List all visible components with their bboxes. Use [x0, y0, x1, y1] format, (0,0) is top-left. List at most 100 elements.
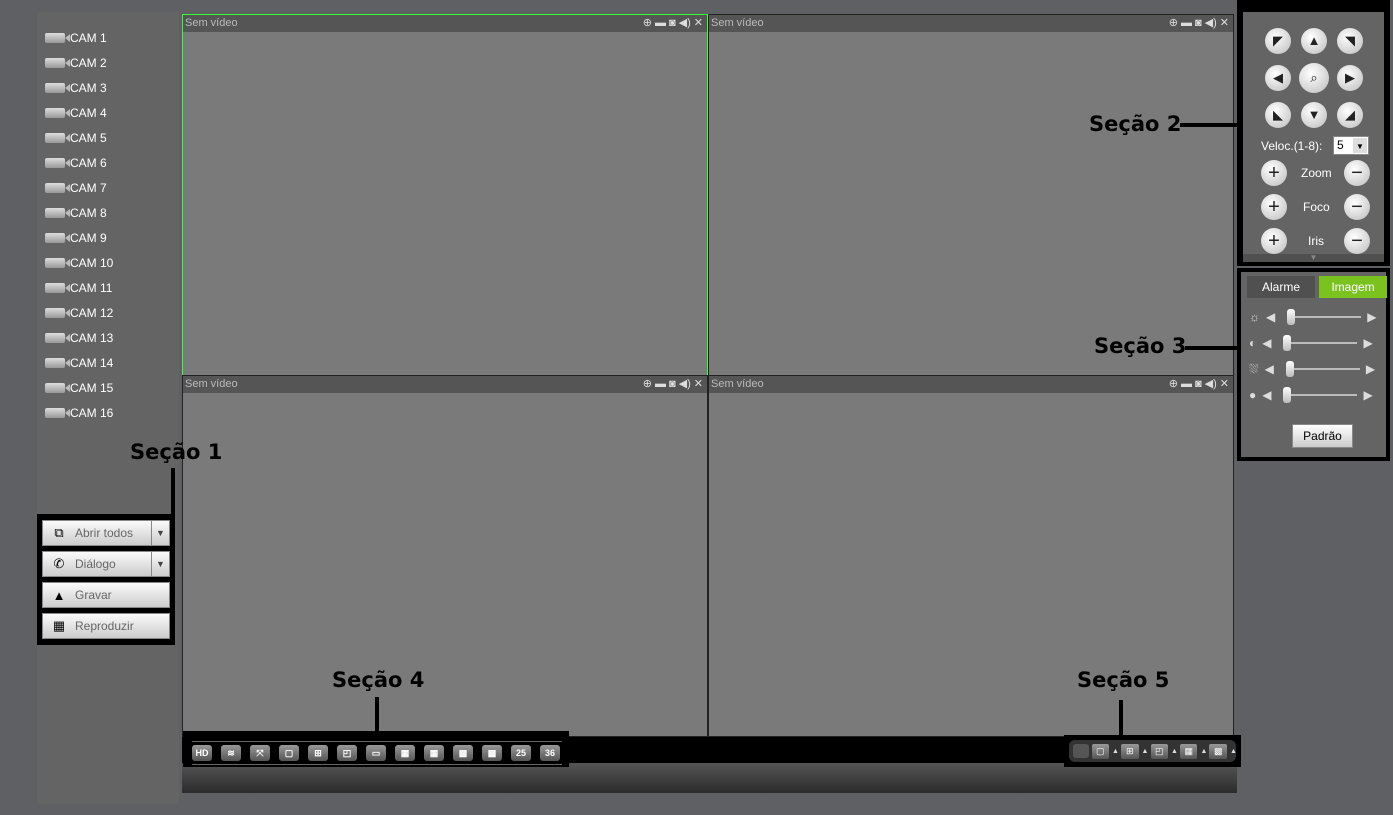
expand-icon[interactable]: ▲	[1112, 748, 1119, 755]
video-cell[interactable]: Sem vídeo ⊕ ▬ ◙ ◀) ✕	[182, 375, 708, 737]
zoom-in-button[interactable]: +	[1261, 160, 1287, 186]
audio-icon[interactable]: ◀)	[679, 15, 691, 32]
stop-button[interactable]	[1073, 744, 1089, 758]
close-icon[interactable]: ✕	[1220, 15, 1229, 32]
open-all-button[interactable]: ⧉ Abrir todos ▼	[42, 520, 170, 546]
fullscreen-button[interactable]: ⤧	[250, 745, 270, 761]
tab-alarm[interactable]: Alarme	[1247, 276, 1315, 298]
camera-item[interactable]: CAM 4	[45, 103, 107, 123]
ptz-up-right-button[interactable]: ◥	[1337, 28, 1363, 54]
increase-icon[interactable]: ▶	[1363, 388, 1372, 402]
digital-zoom-icon[interactable]: ⊕	[643, 15, 652, 32]
hd-button[interactable]: HD	[192, 745, 212, 761]
digital-zoom-icon[interactable]: ⊕	[1169, 15, 1178, 32]
camera-item[interactable]: CAM 8	[45, 203, 107, 223]
increase-icon[interactable]: ▶	[1363, 336, 1372, 350]
tab-image[interactable]: Imagem	[1319, 276, 1387, 298]
camera-item[interactable]: CAM 1	[45, 28, 107, 48]
default-button[interactable]: Padrão	[1292, 424, 1353, 448]
audio-icon[interactable]: ◀)	[679, 376, 691, 393]
camera-item[interactable]: CAM 12	[45, 303, 113, 323]
close-icon[interactable]: ✕	[694, 376, 703, 393]
contrast-slider[interactable]	[1283, 335, 1358, 351]
zoom-out-button[interactable]: −	[1344, 160, 1370, 186]
expand-icon[interactable]: ▲	[1142, 748, 1149, 755]
split-20-button[interactable]: ▩	[482, 745, 502, 761]
ptz-up-button[interactable]: ▲	[1301, 28, 1327, 54]
digital-zoom-icon[interactable]: ⊕	[1169, 376, 1178, 393]
decrease-icon[interactable]: ◀	[1265, 362, 1274, 376]
fluency-button[interactable]: ≋	[221, 745, 241, 761]
split-36-button[interactable]: 36	[540, 745, 560, 761]
decrease-icon[interactable]: ◀	[1262, 336, 1271, 350]
camera-item[interactable]: CAM 11	[45, 278, 112, 298]
brightness-slider[interactable]	[1287, 309, 1362, 325]
split-13-button[interactable]: ▦	[424, 745, 444, 761]
decrease-icon[interactable]: ◀	[1262, 388, 1271, 402]
record-icon[interactable]: ▬	[1181, 376, 1192, 393]
record-icon[interactable]: ▬	[655, 376, 666, 393]
increase-icon[interactable]: ▶	[1366, 362, 1375, 376]
audio-icon[interactable]: ◀)	[1205, 376, 1217, 393]
ptz-up-left-button[interactable]: ◤	[1265, 28, 1291, 54]
split-9-button[interactable]: ▦	[395, 745, 415, 761]
increase-icon[interactable]: ▶	[1367, 310, 1376, 324]
snapshot-icon[interactable]: ◙	[1195, 15, 1202, 32]
camera-item[interactable]: CAM 14	[45, 353, 113, 373]
split-4-button[interactable]: ⊞	[308, 745, 328, 761]
video-cell[interactable]: Sem vídeo ⊕ ▬ ◙ ◀) ✕	[708, 14, 1234, 376]
split-16-button[interactable]: ▩	[1209, 743, 1227, 759]
ptz-left-button[interactable]: ◀	[1265, 65, 1291, 91]
ptz-down-left-button[interactable]: ◣	[1265, 102, 1291, 128]
open-all-dropdown[interactable]: ▼	[151, 521, 169, 545]
ptz-down-button[interactable]: ▼	[1301, 102, 1327, 128]
expand-icon[interactable]: ▲	[1200, 748, 1207, 755]
collapse-icon[interactable]: ▼	[1243, 254, 1384, 262]
camera-item[interactable]: CAM 2	[45, 53, 107, 73]
ptz-zoom-area-button[interactable]: ⌕	[1299, 63, 1329, 93]
playback-button[interactable]: ▦ Reproduzir	[42, 613, 170, 639]
split-25-button[interactable]: 25	[511, 745, 531, 761]
iris-minus-button[interactable]: −	[1344, 228, 1370, 254]
record-icon[interactable]: ▬	[1181, 15, 1192, 32]
record-icon[interactable]: ▬	[655, 15, 666, 32]
camera-item[interactable]: CAM 10	[45, 253, 113, 273]
dialog-button[interactable]: ✆ Diálogo ▼	[42, 551, 170, 577]
ptz-down-right-button[interactable]: ◢	[1337, 102, 1363, 128]
focus-plus-button[interactable]: +	[1261, 194, 1287, 220]
snapshot-icon[interactable]: ◙	[669, 376, 676, 393]
camera-item[interactable]: CAM 15	[45, 378, 113, 398]
close-icon[interactable]: ✕	[694, 15, 703, 32]
split-6-button[interactable]: ◰	[1150, 743, 1168, 759]
camera-item[interactable]: CAM 13	[45, 328, 113, 348]
digital-zoom-icon[interactable]: ⊕	[643, 376, 652, 393]
camera-item[interactable]: CAM 6	[45, 153, 107, 173]
expand-icon[interactable]: ▲	[1171, 748, 1178, 755]
audio-icon[interactable]: ◀)	[1205, 15, 1217, 32]
close-icon[interactable]: ✕	[1220, 376, 1229, 393]
dialog-dropdown[interactable]: ▼	[151, 552, 169, 576]
camera-item[interactable]: CAM 5	[45, 128, 107, 148]
split-4-button[interactable]: ⊞	[1121, 743, 1139, 759]
split-6-button[interactable]: ◰	[337, 745, 357, 761]
camera-item[interactable]: CAM 16	[45, 403, 113, 423]
split-1-button[interactable]: ▢	[1091, 743, 1110, 759]
record-button[interactable]: ▲ Gravar	[42, 582, 170, 608]
split-9-button[interactable]: ▦	[1180, 743, 1198, 759]
hue-slider[interactable]	[1283, 387, 1358, 403]
snapshot-icon[interactable]: ◙	[1195, 376, 1202, 393]
iris-plus-button[interactable]: +	[1261, 228, 1287, 254]
split-8-button[interactable]: ▭	[366, 745, 386, 761]
saturation-slider[interactable]	[1285, 361, 1360, 377]
decrease-icon[interactable]: ◀	[1266, 310, 1275, 324]
camera-item[interactable]: CAM 7	[45, 178, 107, 198]
speed-select[interactable]: 5 ▼	[1333, 136, 1369, 155]
split-16-button[interactable]: ▩	[453, 745, 473, 761]
expand-icon[interactable]: ▲	[1230, 748, 1237, 755]
snapshot-icon[interactable]: ◙	[669, 15, 676, 32]
split-1-button[interactable]: ▢	[279, 745, 299, 761]
video-cell[interactable]: Sem vídeo ⊕ ▬ ◙ ◀) ✕	[182, 14, 708, 376]
camera-item[interactable]: CAM 3	[45, 78, 107, 98]
focus-minus-button[interactable]: −	[1344, 194, 1370, 220]
ptz-right-button[interactable]: ▶	[1337, 65, 1363, 91]
